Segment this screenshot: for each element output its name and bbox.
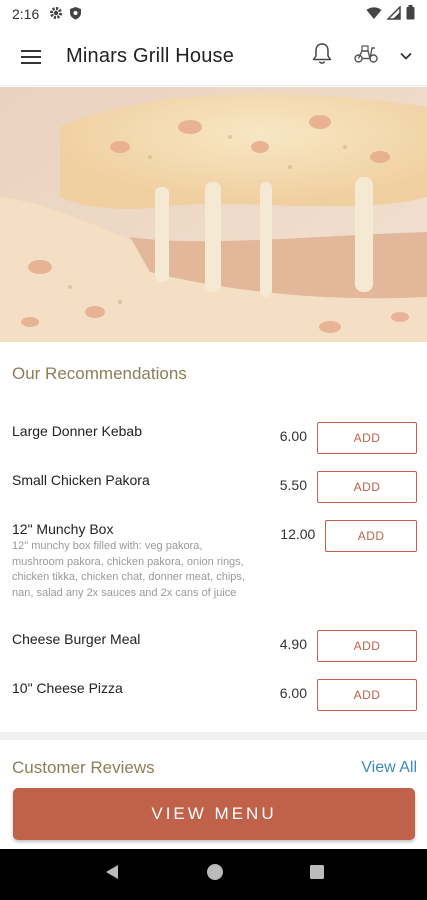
item-price: 6.00	[279, 685, 307, 701]
shield-icon	[69, 6, 82, 23]
reviews-title: Customer Reviews	[12, 758, 155, 777]
bell-icon[interactable]	[311, 42, 333, 71]
section-divider	[0, 732, 427, 740]
wifi-icon	[366, 6, 382, 23]
view-all-link[interactable]: View All	[361, 759, 417, 777]
back-icon[interactable]	[103, 863, 121, 886]
item-price: 6.00	[279, 428, 307, 444]
home-icon[interactable]	[206, 863, 224, 886]
item-description: 12" munchy box filled with: veg pakora, …	[12, 540, 245, 599]
item-price: 4.90	[279, 636, 307, 652]
item-price: 5.50	[279, 477, 307, 493]
item-name: 10" Cheese Pizza	[12, 680, 123, 696]
app-bar: Minars Grill House	[0, 28, 427, 86]
list-item: 10" Cheese Pizza 6.00 ADD	[0, 679, 427, 711]
view-menu-button[interactable]: VIEW MENU	[13, 788, 415, 840]
add-button[interactable]: ADD	[325, 520, 417, 552]
gear-icon	[49, 6, 63, 23]
item-name: Cheese Burger Meal	[12, 631, 141, 647]
scooter-icon[interactable]	[353, 44, 379, 69]
add-button[interactable]: ADD	[317, 471, 417, 503]
menu-icon[interactable]	[18, 44, 44, 70]
add-button[interactable]: ADD	[317, 422, 417, 454]
app-title: Minars Grill House	[66, 45, 235, 67]
list-item: Small Chicken Pakora 5.50 ADD	[0, 471, 427, 503]
reviews-header: Customer Reviews View All	[12, 758, 417, 778]
item-name: Large Donner Kebab	[12, 423, 142, 439]
system-nav-bar	[0, 849, 427, 900]
add-button[interactable]: ADD	[317, 630, 417, 662]
item-name: Small Chicken Pakora	[12, 472, 150, 488]
item-name: 12" Munchy Box	[12, 521, 114, 537]
hero-pizza-image	[0, 87, 427, 342]
battery-icon	[406, 5, 415, 23]
recommendations-title: Our Recommendations	[12, 364, 187, 383]
chevron-down-icon[interactable]	[399, 48, 413, 66]
recents-icon[interactable]	[309, 864, 325, 885]
list-item: 12" Munchy Box 12" munchy box filled wit…	[0, 520, 427, 601]
status-time: 2:16	[12, 6, 40, 22]
list-item: Cheese Burger Meal 4.90 ADD	[0, 630, 427, 662]
signal-icon	[386, 4, 401, 23]
status-bar: 2:16	[0, 0, 427, 28]
add-button[interactable]: ADD	[317, 679, 417, 711]
item-price: 12.00	[280, 526, 316, 542]
list-item: Large Donner Kebab 6.00 ADD	[0, 422, 427, 454]
